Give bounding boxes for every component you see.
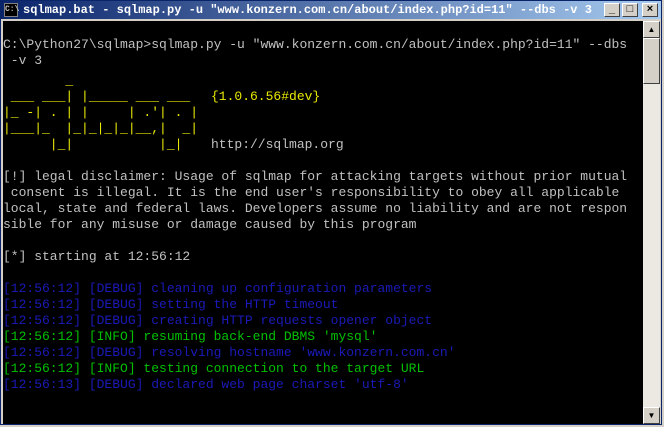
log-line: [12:56:12] [DEBUG] cleaning up configura…	[3, 281, 433, 296]
console-app-icon[interactable]: C:\	[4, 3, 19, 17]
starting-line: [*] starting at 12:56:12	[3, 249, 191, 264]
banner-line-2: ___ ___| |_____ ___ ___	[3, 89, 206, 104]
vertical-scrollbar[interactable]: ▲ ▼	[643, 21, 660, 424]
disclaimer-line: local, state and federal laws. Developer…	[3, 201, 628, 216]
disclaimer-line: consent is illegal. It is the end user's…	[3, 185, 620, 200]
log-line: [12:56:12] [INFO] testing connection to …	[3, 361, 425, 376]
banner-url: http://sqlmap.org	[211, 137, 344, 152]
log-line: [12:56:12] [INFO] resuming back-end DBMS…	[3, 329, 378, 344]
maximize-button[interactable]: □	[622, 3, 638, 17]
log-line: [12:56:12] [DEBUG] setting the HTTP time…	[3, 297, 339, 312]
scroll-up-icon[interactable]: ▲	[643, 21, 660, 38]
command-line: C:\Python27\sqlmap>sqlmap.py -u "www.kon…	[3, 37, 628, 52]
log-line: [12:56:12] [DEBUG] creating HTTP request…	[3, 313, 433, 328]
banner-line-5: |_| |_|	[3, 137, 206, 152]
close-button[interactable]: ×	[642, 3, 658, 17]
scroll-thumb[interactable]	[643, 38, 660, 84]
banner-version: {1.0.6.56#dev}	[211, 89, 321, 104]
title-bar[interactable]: C:\ sqlmap.bat - sqlmap.py -u "www.konze…	[1, 1, 661, 19]
log-line: [12:56:12] [DEBUG] resolving hostname 'w…	[3, 345, 456, 360]
disclaimer-line: [!] legal disclaimer: Usage of sqlmap fo…	[3, 169, 628, 184]
minimize-button[interactable]: _	[604, 3, 620, 17]
command-line-wrap: -v 3	[3, 53, 43, 68]
console-output[interactable]: C:\Python27\sqlmap>sqlmap.py -u "www.kon…	[3, 21, 643, 424]
banner-line-1: _	[3, 73, 74, 88]
log-line: [12:56:13] [DEBUG] declared web page cha…	[3, 377, 409, 392]
console-window: C:\ sqlmap.bat - sqlmap.py -u "www.konze…	[0, 0, 662, 425]
scroll-down-icon[interactable]: ▼	[643, 407, 660, 424]
banner-line-3: |_ -| . | | | .'| . |	[3, 105, 199, 120]
window-title: sqlmap.bat - sqlmap.py -u "www.konzern.c…	[23, 3, 592, 17]
banner-line-4: |___|_ |_|_|_|_|__,| _|	[3, 121, 199, 136]
disclaimer-line: sible for any misuse or damage caused by…	[3, 217, 417, 232]
